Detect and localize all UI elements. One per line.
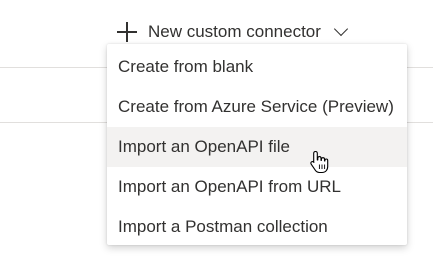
menu-item-import-openapi-file[interactable]: Import an OpenAPI file [107,127,407,167]
menu-item-create-from-blank[interactable]: Create from blank [107,47,407,87]
chevron-down-icon [333,21,348,37]
menu-item-import-openapi-url[interactable]: Import an OpenAPI from URL [107,167,407,207]
menu-item-import-postman-collection[interactable]: Import a Postman collection [107,207,407,247]
plus-icon [116,21,138,43]
new-custom-connector-label: New custom connector [148,22,321,41]
menu-item-create-from-azure-service[interactable]: Create from Azure Service (Preview) [107,87,407,127]
hand-pointer-icon [310,150,329,174]
new-connector-dropdown-menu: Create from blank Create from Azure Serv… [107,44,407,245]
new-custom-connector-button[interactable]: New custom connector [116,18,348,46]
